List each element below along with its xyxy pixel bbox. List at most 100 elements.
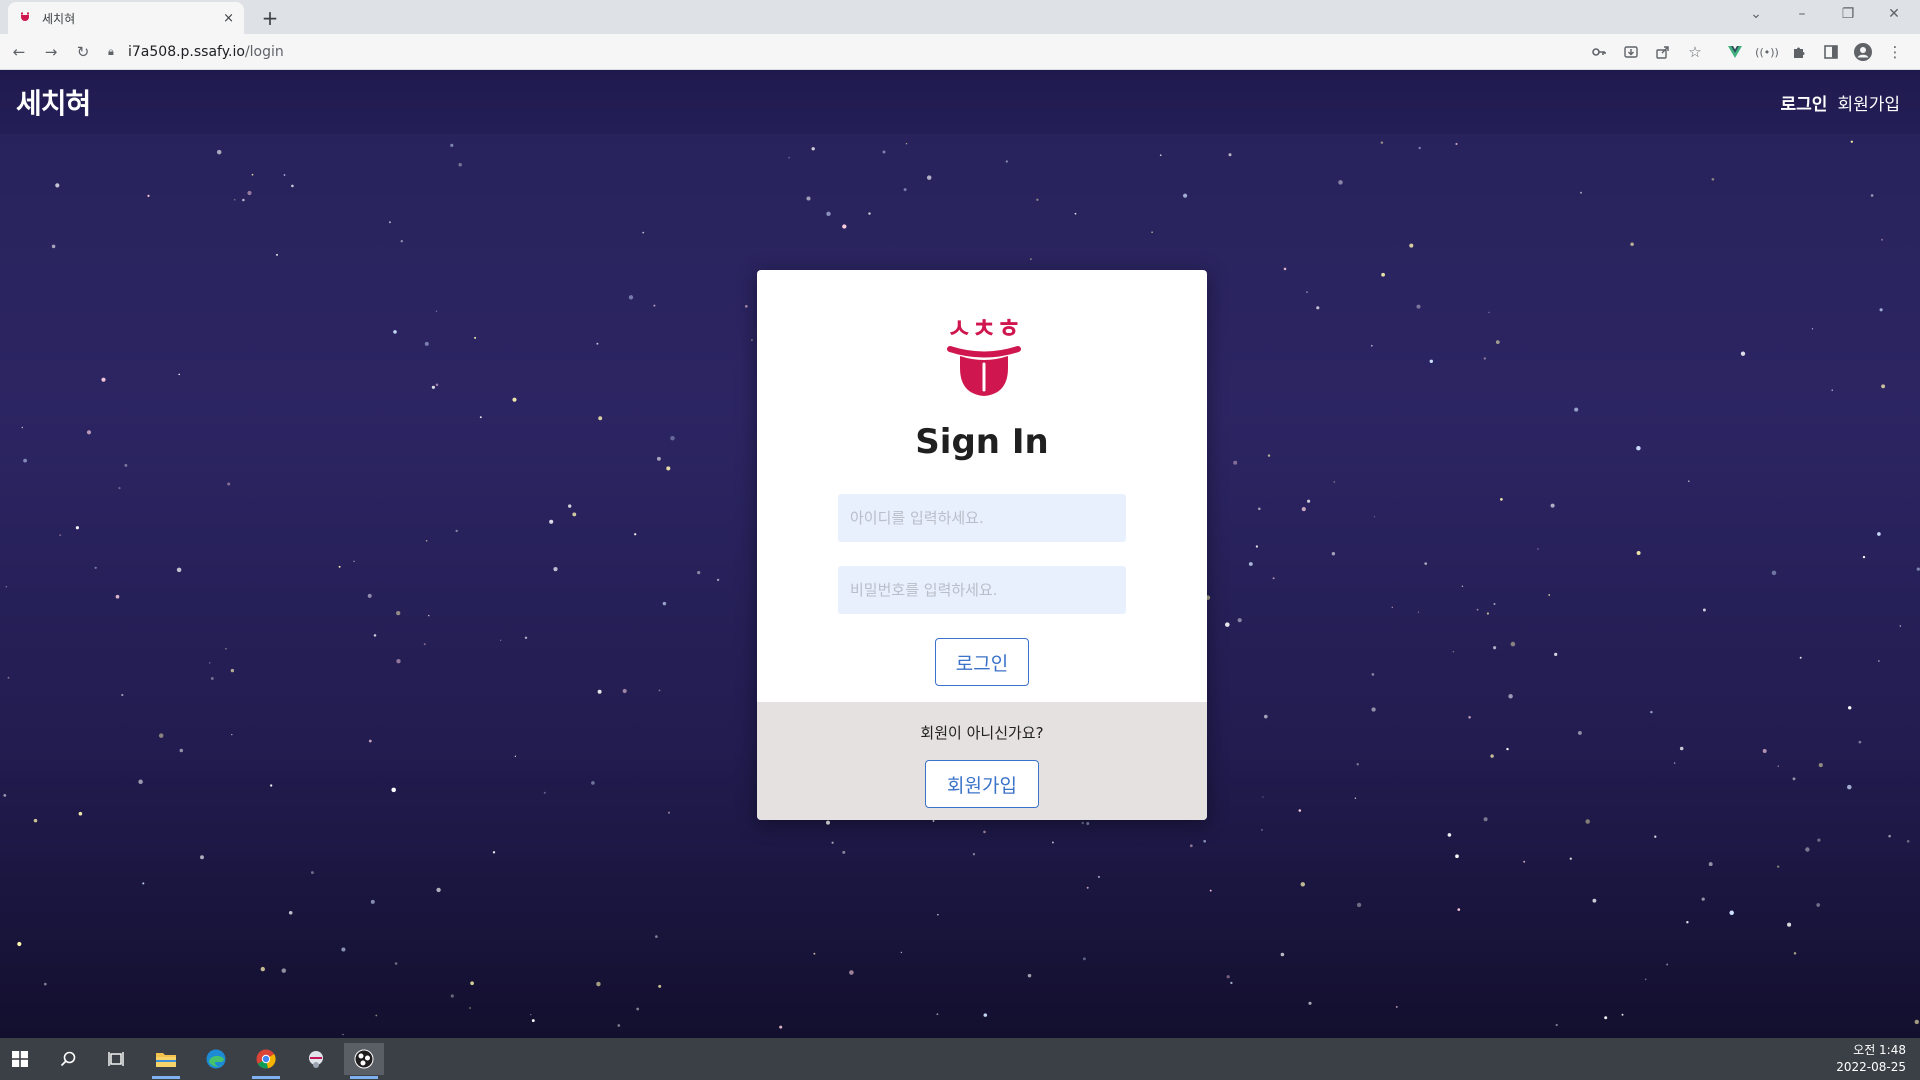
star: [435, 383, 439, 387]
star: [1097, 875, 1100, 878]
star: [17, 941, 22, 947]
bookmark-star-icon[interactable]: ☆: [1684, 41, 1706, 63]
star: [549, 519, 554, 524]
star: [1356, 902, 1362, 908]
share-icon[interactable]: [1652, 41, 1674, 63]
logo-consonants: ㅅㅊㅎ: [947, 314, 1022, 345]
star: [1452, 650, 1455, 653]
star: [1233, 460, 1238, 465]
star: [670, 435, 675, 441]
star: [1777, 865, 1780, 868]
star: [1577, 730, 1582, 735]
side-panel-icon[interactable]: [1820, 41, 1842, 63]
tab-close-icon[interactable]: ×: [223, 11, 234, 26]
tab-search-icon[interactable]: ⌄: [1746, 6, 1766, 22]
star: [1621, 1013, 1624, 1016]
search-icon[interactable]: [48, 1043, 88, 1075]
star: [138, 779, 143, 785]
star: [1711, 177, 1715, 181]
star: [1082, 957, 1086, 961]
app-generic-icon[interactable]: [296, 1043, 336, 1075]
star: [1030, 258, 1032, 260]
password-key-icon[interactable]: [1588, 41, 1610, 63]
system-clock[interactable]: 오전 1:48 2022-08-25: [1836, 1042, 1906, 1076]
star: [310, 871, 314, 875]
restore-icon[interactable]: ❐: [1838, 6, 1858, 22]
reload-icon[interactable]: ↻: [72, 41, 94, 63]
star: [1300, 882, 1306, 887]
star: [450, 143, 454, 147]
star: [1604, 1016, 1608, 1020]
nav-login-link[interactable]: 로그인: [1781, 90, 1828, 115]
star: [428, 614, 430, 617]
chrome-browser-icon[interactable]: [246, 1043, 286, 1079]
back-icon[interactable]: ←: [8, 41, 30, 63]
star: [1816, 903, 1821, 907]
star: [1805, 847, 1810, 852]
new-tab-button[interactable]: +: [256, 4, 284, 32]
profile-avatar-icon[interactable]: [1852, 41, 1874, 63]
star: [1878, 660, 1880, 662]
edge-browser-icon[interactable]: [196, 1043, 236, 1075]
forward-icon[interactable]: →: [40, 41, 62, 63]
star: [617, 1024, 621, 1027]
star: [1333, 481, 1336, 483]
minimize-icon[interactable]: –: [1792, 6, 1812, 22]
browser-menu-icon[interactable]: ⋮: [1884, 41, 1906, 63]
star: [634, 533, 637, 536]
star: [1298, 809, 1302, 812]
star: [1488, 311, 1490, 314]
star: [423, 643, 426, 646]
star: [1391, 606, 1394, 609]
obs-studio-icon[interactable]: [344, 1043, 384, 1079]
star: [1228, 153, 1232, 157]
star: [59, 534, 62, 537]
windows-start-icon[interactable]: [0, 1043, 40, 1075]
extension-broadcast-icon[interactable]: ((•)): [1755, 41, 1779, 63]
star: [1550, 503, 1555, 508]
star: [101, 377, 106, 382]
star: [492, 851, 496, 854]
browser-tab[interactable]: 세치혀 ×: [8, 2, 244, 34]
star: [1688, 480, 1690, 482]
star: [425, 539, 428, 542]
star: [983, 1013, 988, 1017]
star: [5, 586, 7, 588]
star: [667, 811, 671, 814]
vue-devtools-icon[interactable]: [1724, 41, 1746, 63]
star: [882, 150, 886, 154]
star: [1850, 140, 1853, 143]
star: [1881, 238, 1884, 241]
star: [1483, 817, 1488, 822]
brand-logo[interactable]: 세치혀: [16, 82, 91, 122]
login-button[interactable]: 로그인: [935, 638, 1029, 686]
star: [281, 968, 287, 973]
star: [1592, 898, 1597, 903]
star: [1762, 749, 1767, 753]
signup-button[interactable]: 회원가입: [925, 760, 1039, 808]
nav-signup-link[interactable]: 회원가입: [1837, 90, 1900, 115]
star: [1203, 839, 1207, 843]
extensions-puzzle-icon[interactable]: [1788, 41, 1810, 63]
password-field[interactable]: [838, 566, 1126, 614]
star: [622, 688, 627, 694]
star: [1307, 499, 1311, 503]
file-explorer-icon[interactable]: [146, 1043, 186, 1079]
close-window-icon[interactable]: ✕: [1884, 6, 1904, 22]
star: [1373, 516, 1376, 518]
install-app-icon[interactable]: [1620, 41, 1642, 63]
star: [338, 565, 341, 568]
star: [811, 147, 815, 151]
star: [142, 882, 145, 885]
star: [86, 430, 92, 435]
star: [479, 416, 482, 419]
task-view-icon[interactable]: [96, 1043, 136, 1075]
star: [662, 601, 667, 606]
star: [1151, 231, 1153, 233]
star: [1569, 857, 1572, 860]
star: [1847, 706, 1852, 710]
address-bar[interactable]: 🔒︎ i7a508.p.ssafy.io/login: [108, 38, 1508, 66]
username-field[interactable]: [838, 494, 1126, 542]
page-content: 세치혀 로그인 회원가입 ㅅㅊㅎ Sign In 로그인 회원이 아니신가요? …: [0, 70, 1920, 1038]
star: [1580, 191, 1582, 194]
